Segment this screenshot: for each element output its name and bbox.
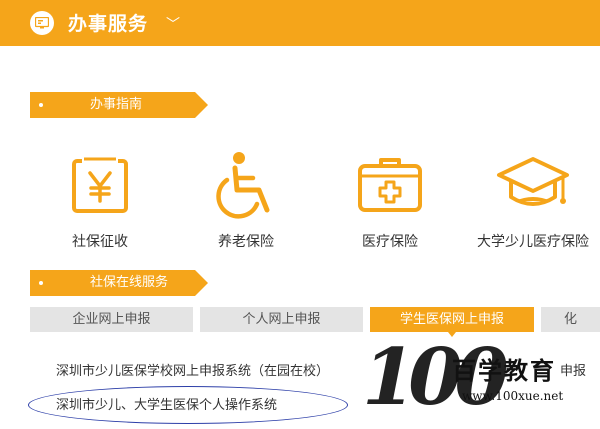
annotation-ellipse [28,386,348,424]
bullet-dot [39,103,43,107]
section-label: 办事指南 [90,97,143,112]
service-social-insurance-collection[interactable]: 社保征收 [30,143,170,251]
watermark-logo: 100 百学教育 www.100xue.net [362,333,600,423]
page-title[interactable]: 办事服务 [68,9,148,36]
service-label: 大学少儿医疗保险 [477,234,589,250]
section-banner-guide: 办事指南 [30,92,208,118]
link-school-declaration-system[interactable]: 深圳市少儿医保学校网上申报系统（在园在校） [56,360,329,379]
tab-enterprise-declaration[interactable]: 企业网上申报 [30,307,193,332]
service-label: 医疗保险 [362,234,418,250]
service-student-child-medical-insurance[interactable]: 大学少儿医疗保险 [463,143,600,251]
bullet-dot [39,281,43,285]
chevron-down-icon[interactable]: ﹀ [166,14,180,34]
service-label: 养老保险 [218,234,274,250]
header-bar: 办事服务 ﹀ [0,0,600,46]
yen-icon [72,155,128,213]
service-pension-insurance[interactable]: 养老保险 [176,143,316,251]
graduation-cap-icon [497,157,569,206]
section-label: 社保在线服务 [90,275,169,290]
service-label: 社保征收 [72,234,128,250]
wheelchair-icon [216,152,270,219]
tab-personal-declaration[interactable]: 个人网上申报 [200,307,363,332]
watermark-name: 百学教育 [452,357,556,385]
medical-kit-icon [358,158,422,212]
watermark-url: www.100xue.net [462,389,564,403]
tab-label: 学生医保网上申报 [399,312,504,327]
service-medical-insurance[interactable]: 医疗保险 [320,143,460,251]
tab-partial[interactable]: 化 [541,307,600,332]
service-icon [30,11,54,35]
section-banner-online: 社保在线服务 [30,270,208,296]
tab-student-medical-declaration[interactable]: 学生医保网上申报 [370,307,534,337]
